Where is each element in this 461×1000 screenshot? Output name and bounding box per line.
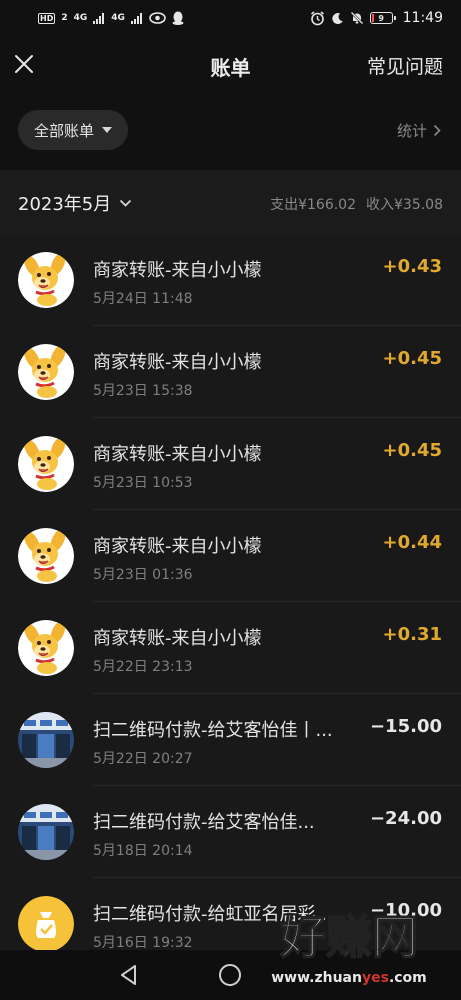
transaction-time: 5月22日 20:27 xyxy=(93,751,193,767)
hd-sim1-badge: HD xyxy=(38,12,56,24)
dog-avatar xyxy=(18,620,74,676)
signal-icon-2 xyxy=(130,12,142,24)
transaction-amount: +0.45 xyxy=(382,348,443,369)
statistics-link[interactable]: 统计 xyxy=(397,120,441,141)
expense-value: ¥166.02 xyxy=(298,197,356,213)
chevron-right-icon xyxy=(433,124,441,137)
transaction-row[interactable]: 商家转账-来自小小檬 5月22日 23:13 +0.31 xyxy=(0,602,461,694)
back-triangle-icon xyxy=(121,965,136,985)
transaction-amount: −15.00 xyxy=(369,716,442,737)
transaction-title: 扫二维码付款-给艾客怡佳... xyxy=(93,812,315,833)
transaction-row[interactable]: 商家转账-来自小小檬 5月23日 15:38 +0.45 xyxy=(0,326,461,418)
transaction-amount: −10.00 xyxy=(369,900,442,921)
status-bar-right: 9 11:49 xyxy=(310,10,443,26)
system-nav-bar xyxy=(0,950,461,1000)
dog-avatar xyxy=(18,436,74,492)
income-label: 收入 xyxy=(366,197,394,213)
transaction-time: 5月24日 11:48 xyxy=(93,291,193,307)
status-bar-left: HD 2 4G 4G xyxy=(38,11,184,25)
money-bag-avatar xyxy=(18,896,74,950)
store-avatar xyxy=(18,804,74,860)
transaction-time: 5月16日 19:32 xyxy=(93,935,193,950)
transaction-title: 商家转账-来自小小檬 xyxy=(93,536,262,557)
sim1-number: 2 xyxy=(61,12,68,23)
month-label: 2023年5月 xyxy=(18,194,112,215)
transaction-row[interactable]: 商家转账-来自小小檬 5月23日 10:53 +0.45 xyxy=(0,418,461,510)
transaction-list: 商家转账-来自小小檬 5月24日 11:48 +0.43 商家转账-来自小小檬 … xyxy=(0,234,461,950)
transaction-time: 5月22日 23:13 xyxy=(93,659,193,675)
transaction-amount: +0.31 xyxy=(382,624,443,645)
caret-down-icon xyxy=(102,127,113,133)
dog-avatar xyxy=(18,344,74,400)
alarm-clock-icon xyxy=(310,10,324,25)
month-summary: 支出¥166.02 收入¥35.08 xyxy=(270,194,443,214)
transaction-title: 商家转账-来自小小檬 xyxy=(93,628,262,649)
transaction-amount: +0.45 xyxy=(382,440,443,461)
income-value: ¥35.08 xyxy=(394,197,443,213)
transaction-title: 商家转账-来自小小檬 xyxy=(93,352,262,373)
system-home-button[interactable] xyxy=(219,964,241,986)
battery-fill xyxy=(371,14,374,22)
month-header: 2023年5月 支出¥166.02 收入¥35.08 xyxy=(0,170,461,234)
expense-summary: 支出¥166.02 xyxy=(270,194,356,214)
signal-4g-label-2: 4G xyxy=(111,12,125,23)
transaction-title: 扫二维码付款-给虹亚名居彩... xyxy=(93,904,333,925)
transaction-time: 5月23日 15:38 xyxy=(93,383,193,399)
mute-bell-icon xyxy=(350,11,363,25)
battery-icon: 9 xyxy=(369,12,396,24)
signal-icon xyxy=(93,12,105,24)
transaction-row[interactable]: 扫二维码付款-给虹亚名居彩... 5月16日 19:32 −10.00 xyxy=(0,878,461,950)
transaction-amount: −24.00 xyxy=(369,808,442,829)
expense-label: 支出 xyxy=(270,197,299,213)
month-selector[interactable]: 2023年5月 xyxy=(18,190,132,216)
close-icon xyxy=(15,55,33,73)
dog-avatar xyxy=(18,528,74,584)
transaction-time: 5月23日 10:53 xyxy=(93,475,193,491)
transaction-amount: +0.44 xyxy=(382,532,443,553)
transaction-time: 5月18日 20:14 xyxy=(93,843,193,859)
transaction-amount: +0.43 xyxy=(382,256,443,277)
all-bills-dropdown[interactable]: 全部账单 xyxy=(18,110,129,150)
battery-level: 9 xyxy=(378,13,384,23)
income-summary: 收入¥35.08 xyxy=(366,194,443,214)
statistics-label: 统计 xyxy=(396,122,427,140)
chevron-down-icon xyxy=(120,199,132,207)
system-back-button[interactable] xyxy=(118,964,140,990)
status-time: 11:49 xyxy=(402,10,443,26)
eye-icon xyxy=(149,12,166,24)
store-avatar xyxy=(18,712,74,768)
faq-link[interactable]: 常见问题 xyxy=(367,52,443,79)
qq-penguin-icon xyxy=(172,11,184,25)
dog-avatar xyxy=(18,252,74,308)
filter-row: 全部账单 统计 xyxy=(0,108,461,152)
moon-icon xyxy=(332,12,343,24)
status-bar: HD 2 4G 4G 9 11:49 xyxy=(0,0,461,36)
transaction-row[interactable]: 商家转账-来自小小檬 5月23日 01:36 +0.44 xyxy=(0,510,461,602)
signal-4g-label: 4G xyxy=(73,12,88,23)
transaction-time: 5月23日 01:36 xyxy=(93,567,193,583)
transaction-title: 商家转账-来自小小檬 xyxy=(93,260,262,281)
top-nav-bar: 账单 常见问题 xyxy=(0,36,461,96)
close-button[interactable] xyxy=(10,50,38,78)
transaction-row[interactable]: 扫二维码付款-给艾客怡佳丨... 5月22日 20:27 −15.00 xyxy=(0,694,461,786)
transaction-title: 商家转账-来自小小檬 xyxy=(93,444,262,465)
transaction-row[interactable]: 扫二维码付款-给艾客怡佳... 5月18日 20:14 −24.00 xyxy=(0,786,461,878)
all-bills-label: 全部账单 xyxy=(34,121,95,140)
transaction-title: 扫二维码付款-给艾客怡佳丨... xyxy=(93,720,333,741)
transaction-row[interactable]: 商家转账-来自小小檬 5月24日 11:48 +0.43 xyxy=(0,234,461,326)
